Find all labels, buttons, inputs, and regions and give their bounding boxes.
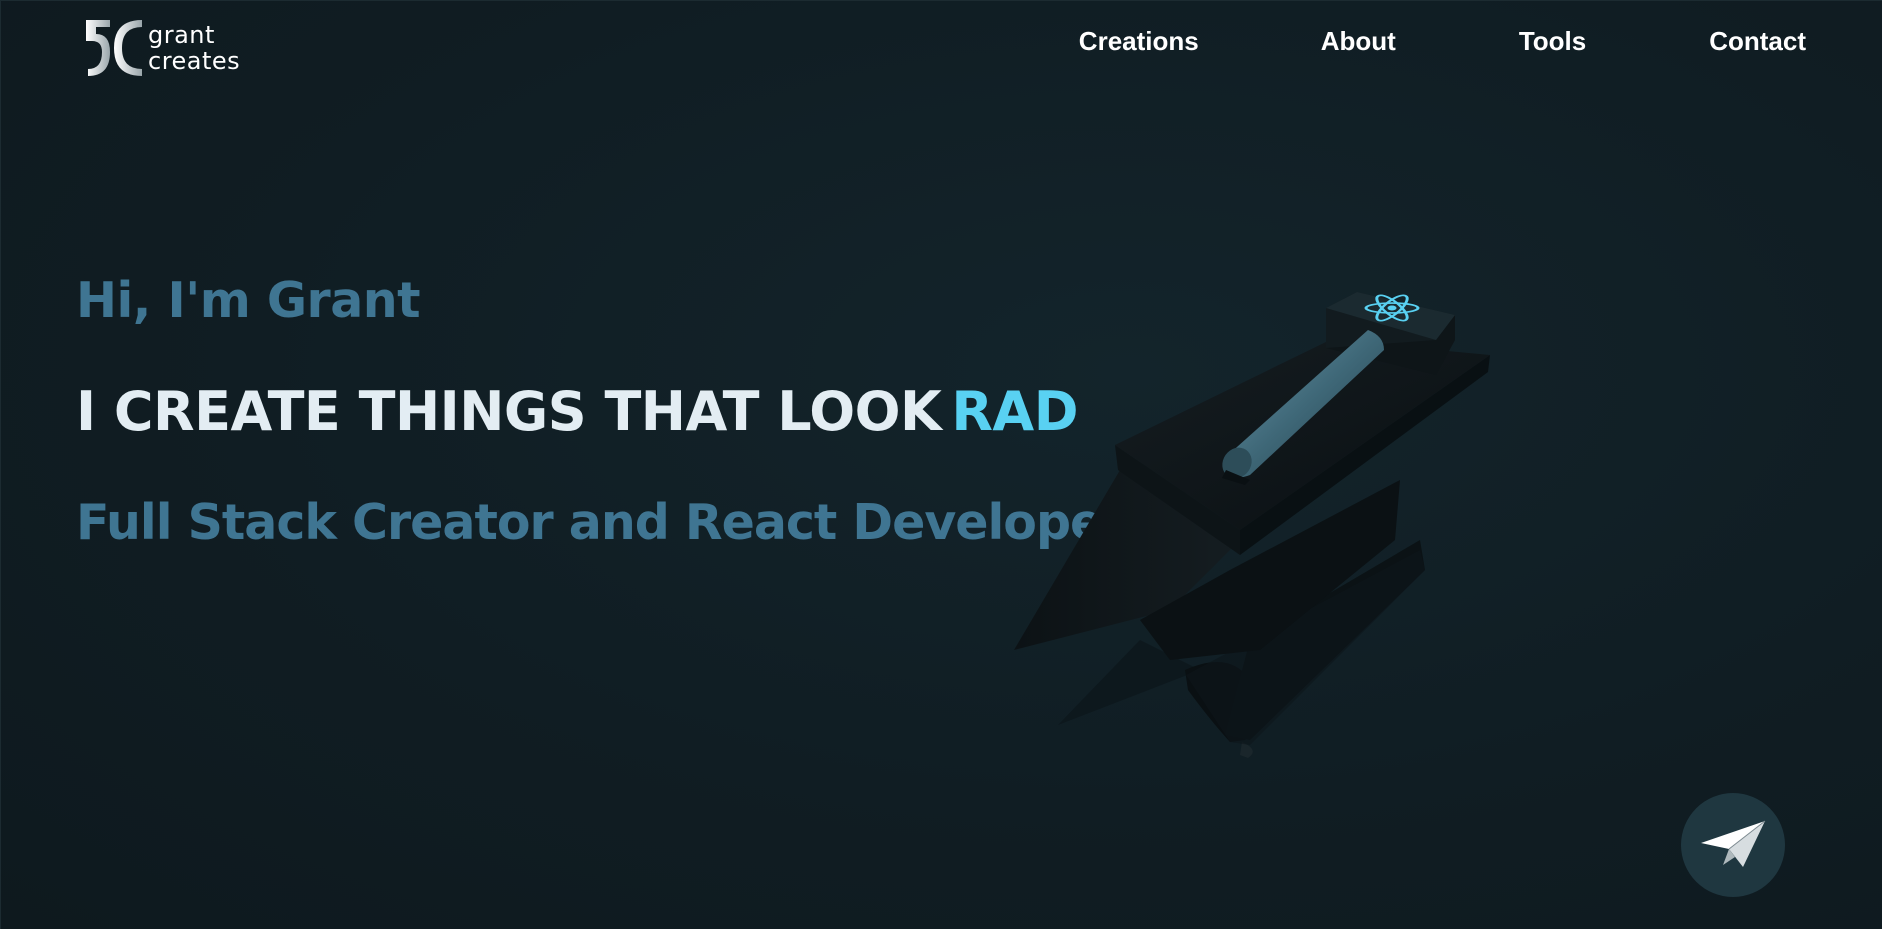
nav-item-contact[interactable]: Contact — [1709, 26, 1806, 57]
hero-greeting: Hi, I'm Grant — [76, 272, 421, 329]
page-frame — [0, 0, 1882, 929]
paper-plane-icon — [1699, 819, 1767, 872]
nav-item-tools[interactable]: Tools — [1519, 26, 1586, 57]
hero-headline: I CREATE THINGS THAT LOOK RAD — [76, 380, 1079, 443]
logo-link[interactable]: grant creates — [84, 18, 240, 78]
anvil-hammer-icon — [1000, 280, 1500, 764]
nav-item-creations[interactable]: Creations — [1079, 26, 1199, 57]
logo-wordmark: grant creates — [148, 22, 240, 74]
logo-line-2: creates — [148, 47, 241, 75]
gc-monogram-icon — [84, 18, 144, 78]
main-nav: Creations About Tools Contact — [1079, 26, 1806, 57]
hero-headline-text: I CREATE THINGS THAT LOOK — [76, 380, 942, 443]
nav-item-about[interactable]: About — [1321, 26, 1396, 57]
logo-line-1: grant — [148, 21, 215, 49]
hero-subtitle: Full Stack Creator and React Developer — [76, 494, 1126, 551]
contact-fab-button[interactable] — [1681, 793, 1785, 897]
